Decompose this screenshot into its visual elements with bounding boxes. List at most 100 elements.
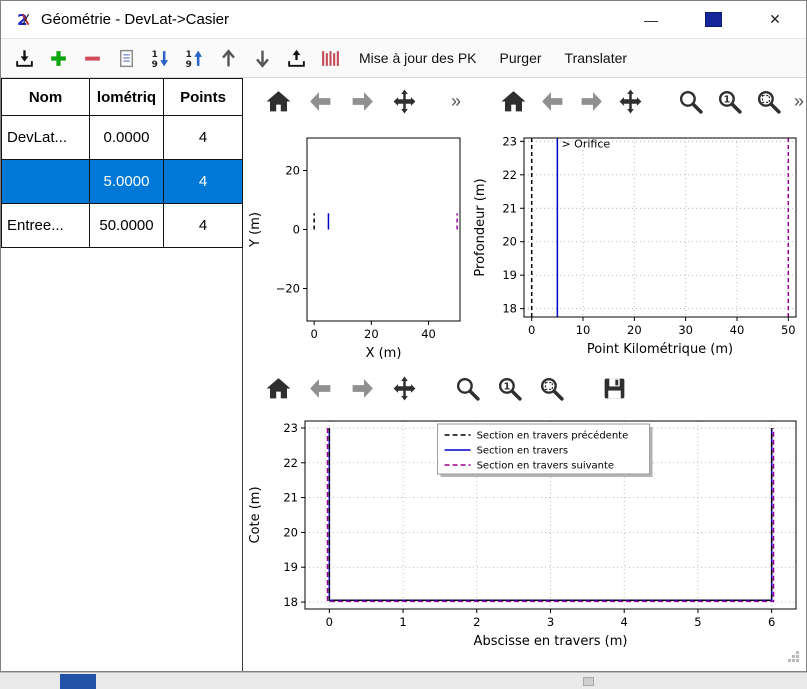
table-header-row: Nom lométriq Points [2,79,243,116]
zoom-button[interactable] [677,86,704,116]
back-button[interactable] [539,86,566,116]
pan-icon [391,375,418,402]
taskbar-app-button[interactable] [60,674,96,689]
forward-button[interactable] [578,86,605,116]
svg-text:20: 20 [364,327,379,341]
svg-text:−20: −20 [276,282,300,296]
svg-text:3: 3 [547,615,554,629]
svg-text:5: 5 [694,615,701,629]
plan-view-block: » 02040−20020X (m)Y (m) [243,78,468,365]
translate-button[interactable]: Translater [555,43,638,73]
sections-panel: Nom lométriq Points DevLat... 0.0000 4 5… [1,78,243,671]
cell-points[interactable]: 4 [164,204,243,248]
magnifier-1-icon [716,88,743,115]
svg-text:Profondeur (m): Profondeur (m) [473,178,488,276]
zoom-select-button[interactable] [536,373,566,403]
table-row-selected[interactable]: 5.0000 4 [2,160,243,204]
resize-grip[interactable] [788,651,800,663]
maximize-icon [705,12,722,27]
plan-view-chart[interactable]: 02040−20020X (m)Y (m) [243,124,468,365]
cell-points[interactable]: 4 [164,116,243,160]
move-up-button[interactable] [213,43,244,73]
zoom-one-button[interactable] [494,373,524,403]
toolbar-overflow-chevron[interactable]: » [794,91,804,112]
titlebar: 2 Géométrie - DevLat->Casier — ✕ [1,1,806,38]
arrow-down-icon [252,48,273,69]
col-header-nom[interactable]: Nom [2,79,90,116]
app-window: 2 Géométrie - DevLat->Casier — ✕ Mise à … [0,0,807,672]
remove-button[interactable] [77,43,108,73]
cell-pk[interactable]: 5.0000 [90,160,164,204]
home-button[interactable] [263,86,293,116]
back-arrow-icon [307,375,334,402]
svg-text:30: 30 [678,323,693,337]
svg-text:6: 6 [768,615,775,629]
svg-text:22: 22 [502,168,517,182]
profile-chart[interactable]: 01020304050181920212223Point Kilométriqu… [468,124,806,365]
back-button[interactable] [305,86,335,116]
forward-button[interactable] [347,373,377,403]
close-button[interactable]: ✕ [744,1,806,38]
stripes-icon [320,48,341,69]
svg-text:Section en travers: Section en travers [477,446,569,457]
export-icon [286,48,307,69]
forward-button[interactable] [347,86,377,116]
pan-button[interactable] [389,86,419,116]
pan-icon [391,88,418,115]
purge-button[interactable]: Purger [490,43,552,73]
minimize-button[interactable]: — [620,1,682,38]
sort-ascending-button[interactable] [145,43,176,73]
maximize-button[interactable] [682,1,744,38]
import-button[interactable] [9,43,40,73]
move-down-button[interactable] [247,43,278,73]
pan-button[interactable] [389,373,419,403]
window-controls: — ✕ [620,1,806,38]
add-button[interactable] [43,43,74,73]
plots-panel: » 02040−20020X (m)Y (m) » [243,78,806,671]
cell-nom[interactable]: Entree... [2,204,90,248]
update-pk-button[interactable]: Mise à jour des PK [349,43,487,73]
export-button[interactable] [281,43,312,73]
minus-icon [82,48,103,69]
back-button[interactable] [305,373,335,403]
forward-arrow-icon [349,88,376,115]
cross-section-toolbar [243,365,806,411]
home-button[interactable] [500,86,527,116]
col-header-pk[interactable]: lométriq [90,79,164,116]
floppy-disk-icon [601,375,628,402]
zoom-one-button[interactable] [716,86,743,116]
pan-button[interactable] [617,86,644,116]
pk-stripes-button[interactable] [315,43,346,73]
cell-nom[interactable]: DevLat... [2,116,90,160]
cell-points[interactable]: 4 [164,160,243,204]
svg-text:Section en travers précédente: Section en travers précédente [477,430,629,442]
svg-text:21: 21 [283,491,298,505]
svg-text:23: 23 [283,421,298,435]
top-plots: » 02040−20020X (m)Y (m) » [243,78,806,365]
save-button[interactable] [599,373,629,403]
cross-section-chart[interactable]: 0123456181920212223Abscisse en travers (… [243,411,806,659]
svg-text:0: 0 [528,323,535,337]
cell-pk[interactable]: 50.0000 [90,204,164,248]
svg-text:0: 0 [310,327,317,341]
svg-text:Abscisse en travers (m): Abscisse en travers (m) [474,634,628,649]
zoom-select-button[interactable] [755,86,782,116]
toolbar-overflow-chevron[interactable]: » [451,91,461,112]
back-arrow-icon [539,88,566,115]
plus-icon [48,48,69,69]
edit-values-button[interactable] [111,43,142,73]
cell-pk[interactable]: 0.0000 [90,116,164,160]
magnifier-select-icon [755,88,782,115]
col-header-points[interactable]: Points [164,79,243,116]
table-row[interactable]: DevLat... 0.0000 4 [2,116,243,160]
zoom-button[interactable] [452,373,482,403]
cell-nom[interactable] [2,160,90,204]
plan-toolbar: » [243,78,468,124]
sort-descending-button[interactable] [179,43,210,73]
taskbar-widget [583,677,594,686]
magnifier-select-icon [538,375,565,402]
table-row[interactable]: Entree... 50.0000 4 [2,204,243,248]
sections-table: Nom lométriq Points DevLat... 0.0000 4 5… [1,78,243,248]
svg-text:Section en travers suivante: Section en travers suivante [477,461,615,472]
home-button[interactable] [263,373,293,403]
